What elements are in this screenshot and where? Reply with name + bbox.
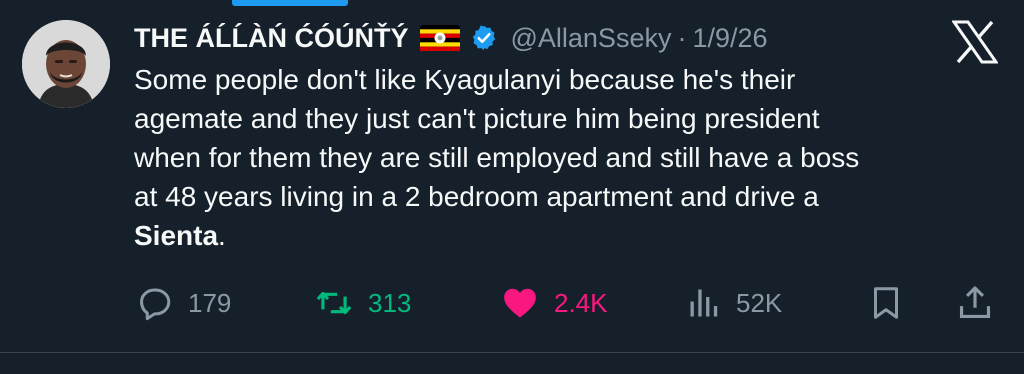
tweet-text-line: agemate and they just can't picture him … [134,103,820,134]
action-bar: 179 313 2.4K 52K [0,280,1024,326]
tweet-text-bold: Sienta [134,220,219,251]
author-handle[interactable]: @AllanSseky [510,23,671,54]
tweet-text-line: Some people don't like Kyagulanyi becaus… [134,64,796,95]
views-button[interactable]: 52K [686,280,782,326]
tweet-date[interactable]: 1/9/26 [692,23,767,54]
author-name[interactable]: THE ÁĹĹÀŃ ĆÓÚŃŤÝ [134,23,408,54]
retweet-count: 313 [368,287,412,318]
reply-button[interactable]: 179 [136,280,231,326]
x-logo-icon[interactable] [951,20,999,64]
tweet-text: Some people don't like Kyagulanyi becaus… [134,60,984,255]
heart-icon [504,288,536,318]
retweet-icon [316,291,352,315]
tweet-text-line: at 48 years living in a 2 bedroom apartm… [134,181,819,212]
avatar[interactable] [22,20,110,108]
share-button[interactable] [956,280,994,326]
tweet-text-line: when for them they are still employed an… [134,142,860,173]
bookmark-button[interactable] [868,280,904,326]
views-icon [690,289,718,317]
tweet-text-end: . [218,220,226,251]
views-count: 52K [736,287,783,318]
tweet-card[interactable]: THE ÁĹĹÀŃ ĆÓÚŃŤÝ @AllanSseky · 1/9/26 So… [0,0,1024,374]
retweet-button[interactable]: 313 [314,280,411,326]
like-count: 2.4K [554,287,608,318]
reply-icon [140,288,171,321]
separator-dot: · [677,22,687,53]
uganda-flag-icon [420,25,461,51]
tweet-header: THE ÁĹĹÀŃ ĆÓÚŃŤÝ @AllanSseky · 1/9/26 [134,18,768,58]
avatar-image [22,20,110,108]
share-icon [959,286,991,319]
verified-badge-icon [470,24,498,52]
bookmark-icon [874,287,898,319]
like-button[interactable]: 2.4K [500,280,608,326]
tweet-text-line: Sienta. [134,216,984,255]
reply-count: 179 [188,287,232,318]
divider [0,352,1024,353]
